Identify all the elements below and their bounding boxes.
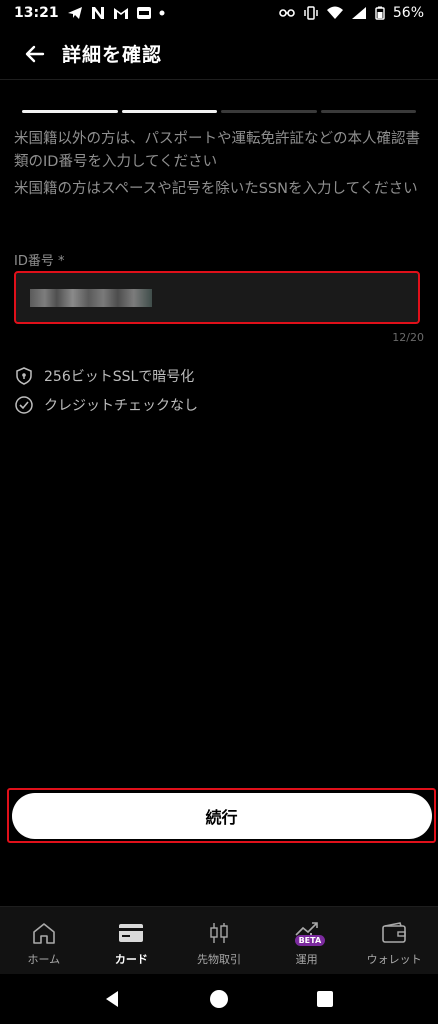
telegram-icon [67, 7, 82, 19]
progress-step-3 [221, 110, 317, 113]
id-number-input[interactable] [14, 271, 420, 324]
n-icon [91, 7, 104, 19]
gmail-icon [113, 8, 128, 19]
signal-icon [351, 7, 366, 19]
nav-item-home[interactable]: ホーム [0, 907, 88, 974]
instruction-us: 米国籍の方はスペースや記号を除いたSSNを入力してください [14, 181, 418, 197]
home-icon [32, 923, 55, 944]
vibrate-icon [304, 6, 318, 20]
key-icon [279, 9, 295, 17]
continue-button[interactable]: 続行 [11, 792, 432, 839]
progress-step-4 [320, 110, 416, 113]
nav-label-futures: 先物取引 [196, 953, 241, 966]
bottom-nav: ホーム カード 先物取引 BETA 運用 ウォレット [0, 906, 438, 974]
nav-item-invest[interactable]: BETA 運用 [263, 907, 351, 974]
step-progress [22, 110, 416, 113]
dot-icon [159, 10, 165, 16]
status-bar: 13:21 56% [0, 0, 438, 26]
nav-item-card[interactable]: カード [88, 907, 176, 974]
ism-icon [136, 7, 151, 19]
feature-no-credit-check: クレジットチェックなし [14, 395, 198, 415]
shield-icon [16, 367, 32, 385]
status-time: 13:21 [14, 5, 59, 21]
nav-item-wallet[interactable]: ウォレット [350, 907, 438, 974]
card-icon [119, 924, 144, 942]
battery-percent: 56% [392, 5, 424, 21]
check-circle-icon [15, 396, 33, 414]
arrow-left-icon [25, 45, 45, 62]
feature-ssl: 256ビットSSLで暗号化 [14, 366, 194, 386]
nav-item-futures[interactable]: 先物取引 [175, 907, 263, 974]
nav-label-wallet: ウォレット [366, 953, 422, 966]
system-nav-bar [0, 974, 438, 1024]
recents-square-icon[interactable] [314, 988, 336, 1010]
feature-ssl-label: 256ビットSSLで暗号化 [44, 369, 195, 385]
id-number-label: ID番号 * [14, 254, 65, 269]
beta-badge: BETA [294, 935, 326, 946]
progress-step-1 [22, 110, 118, 113]
progress-step-2 [121, 110, 217, 113]
nav-icon-wrap: BETA [294, 921, 326, 946]
instructions: 米国籍以外の方は、パスポートや運転免許証などの本人確認書類のID番号を入力してく… [14, 128, 424, 205]
masked-id-value [30, 288, 152, 307]
character-counter: 12/20 [392, 331, 424, 344]
app-header: 詳細を確認 [0, 28, 438, 80]
page-title: 詳細を確認 [62, 44, 163, 66]
back-triangle-icon[interactable] [102, 988, 124, 1010]
wallet-icon [382, 922, 406, 943]
nav-label-invest: 運用 [295, 953, 318, 966]
back-button[interactable] [22, 41, 48, 67]
wifi-icon [326, 6, 343, 19]
nav-label-home: ホーム [27, 953, 61, 966]
continue-button-highlight: 続行 [7, 788, 436, 843]
instruction-non-us: 米国籍以外の方は、パスポートや運転免許証などの本人確認書類のID番号を入力してく… [14, 131, 420, 170]
battery-icon [375, 6, 385, 20]
candlestick-icon [210, 923, 228, 943]
feature-no-credit-check-label: クレジットチェックなし [44, 398, 198, 414]
home-circle-icon[interactable] [208, 988, 230, 1010]
nav-label-card: カード [114, 953, 148, 966]
